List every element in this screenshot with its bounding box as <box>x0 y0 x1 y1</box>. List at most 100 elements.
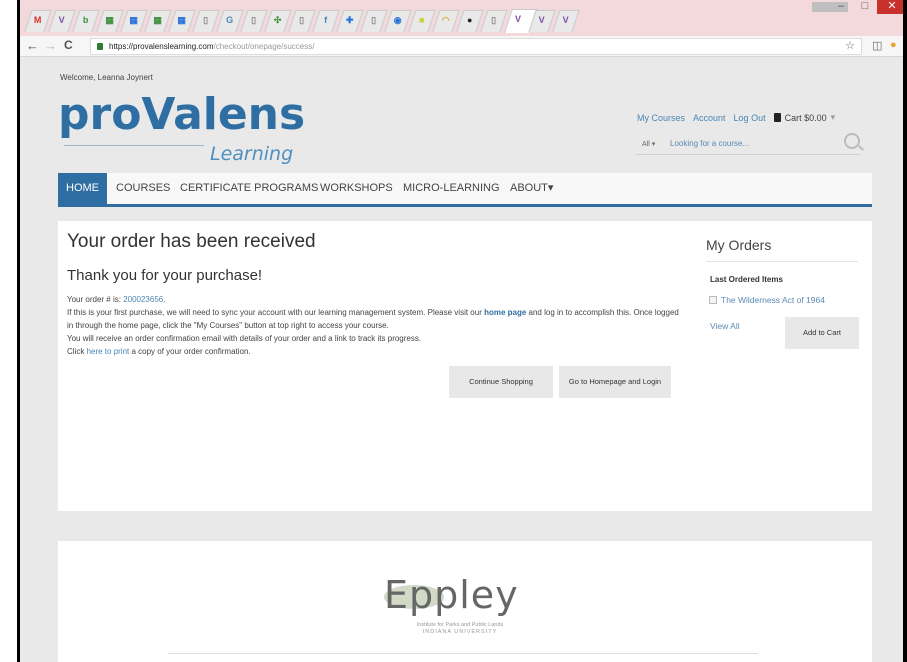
ordered-item: The Wilderness Act of 1964 <box>709 295 825 305</box>
footer-divider <box>168 653 758 654</box>
tab-favicon-icon: f <box>324 15 328 25</box>
tab-favicon-icon: V <box>538 15 545 25</box>
bookmark-star-icon[interactable]: ☆ <box>845 39 855 54</box>
extension-orange-icon[interactable]: ● <box>890 39 897 51</box>
cart-link[interactable]: Cart $0.00 ▾ <box>773 112 835 123</box>
back-icon[interactable]: ← <box>26 38 39 53</box>
last-ordered-heading: Last Ordered Items <box>710 275 783 284</box>
add-to-cart-button[interactable]: Add to Cart <box>785 317 859 349</box>
forward-icon[interactable]: → <box>44 38 57 53</box>
nav-workshops[interactable]: WORKSHOPS <box>320 173 393 204</box>
tab-favicon-icon: ● <box>466 15 473 25</box>
browser-tab[interactable]: ▦ <box>96 10 124 32</box>
nav-micro-learning[interactable]: MICRO-LEARNING <box>403 173 500 204</box>
browser-tab[interactable]: ▦ <box>168 10 196 32</box>
browser-tab[interactable]: ■ <box>408 10 436 32</box>
tab-favicon-icon: V <box>514 14 521 24</box>
lock-icon <box>97 43 103 50</box>
nav-about[interactable]: ABOUT▾ <box>510 173 553 204</box>
browser-tab[interactable]: ▯ <box>240 10 268 32</box>
homepage-login-button[interactable]: Go to Homepage and Login <box>559 366 671 398</box>
eppley-logo-subtitle: Institute for Parks and Public Lands IND… <box>416 622 504 635</box>
tab-favicon-icon: b <box>82 15 89 25</box>
order-success-panel: Your order has been received Thank you f… <box>58 221 872 511</box>
search-scope-select[interactable]: All ▾ <box>642 140 655 148</box>
tab-favicon-icon: ■ <box>418 15 425 25</box>
address-bar[interactable]: https://provalenslearning.com/checkout/o… <box>90 38 862 55</box>
print-link[interactable]: here to print <box>87 347 130 356</box>
footer-panel: Eppley Institute for Parks and Public La… <box>58 541 872 662</box>
url-host: https://provalenslearning.com <box>109 42 214 51</box>
logout-link[interactable]: Log Out <box>734 113 766 123</box>
nav-courses[interactable]: COURSES <box>116 173 170 204</box>
browser-window: M Vb ▦ ▦ ▦ ▦ ▯ G ▯ ✣ ▯ f ✚ ▯ ◉ ■ ◠ ● ▯ V V V – □ ✕ ← → C http… <box>0 0 907 662</box>
minimize-icon[interactable]: – <box>829 0 853 14</box>
tab-favicon-icon: ▯ <box>203 15 209 25</box>
tab-favicon-icon: ▦ <box>177 15 186 25</box>
frame-border-left <box>17 0 20 662</box>
site-logo-subtitle[interactable]: Learning <box>210 143 293 165</box>
order-number-link[interactable]: 200023656 <box>123 295 163 304</box>
browser-tab[interactable]: ▯ <box>192 10 220 32</box>
divider <box>706 261 858 262</box>
nav-certificate-programs[interactable]: CERTIFICATE PROGRAMS <box>180 173 318 204</box>
thank-you-heading: Thank you for your purchase! <box>67 267 263 284</box>
tab-favicon-icon: ▯ <box>299 15 305 25</box>
home-page-link[interactable]: home page <box>484 308 526 317</box>
course-search: All ▾ Looking for a course... <box>636 133 860 155</box>
my-orders-title: My Orders <box>706 237 772 253</box>
tab-favicon-icon: ◉ <box>393 15 402 25</box>
extension-icon[interactable]: ◫ <box>872 39 882 52</box>
continue-shopping-button[interactable]: Continue Shopping <box>449 366 553 398</box>
ordered-item-link[interactable]: The Wilderness Act of 1964 <box>721 295 825 305</box>
browser-tab[interactable]: ● <box>456 10 484 32</box>
browser-toolbar: ← → C https://provalenslearning.com/chec… <box>20 36 903 57</box>
browser-tab[interactable]: ▦ <box>120 10 148 32</box>
browser-tab[interactable]: f <box>312 10 340 32</box>
browser-tab[interactable]: ▯ <box>480 10 508 32</box>
window-controls: – □ ✕ <box>829 0 907 16</box>
browser-tab[interactable]: b <box>72 10 100 32</box>
order-number-label: Your order # is: <box>67 295 124 304</box>
tab-favicon-icon: M <box>33 15 42 25</box>
print-text: Click <box>67 347 87 356</box>
account-link[interactable]: Account <box>693 113 726 123</box>
maximize-icon[interactable]: □ <box>853 0 877 14</box>
browser-tab[interactable]: G <box>216 10 244 32</box>
reload-icon[interactable]: C <box>64 38 73 52</box>
web-page: Welcome, Leanna Joynert proValens Learni… <box>20 57 903 662</box>
tab-favicon-icon: ▯ <box>371 15 377 25</box>
tab-favicon-icon: V <box>58 15 65 25</box>
browser-tab[interactable]: ◠ <box>432 10 460 32</box>
item-checkbox[interactable] <box>709 296 717 304</box>
site-logo[interactable]: proValens <box>58 93 305 137</box>
order-message: Your order # is: 200023656. If this is y… <box>67 293 687 358</box>
search-input[interactable]: Looking for a course... <box>670 139 749 148</box>
tab-favicon-icon: V <box>562 15 569 25</box>
browser-tab[interactable]: V <box>48 10 76 32</box>
browser-tab[interactable]: M <box>24 10 52 32</box>
browser-tab[interactable]: ◉ <box>384 10 412 32</box>
tab-favicon-icon: ✚ <box>345 15 354 25</box>
tab-favicon-icon: ▦ <box>153 15 162 25</box>
eppley-logo[interactable]: Eppley <box>384 573 519 617</box>
frame-border-right <box>903 0 907 662</box>
logo-underline <box>64 145 204 146</box>
header-links: My Courses Account Log Out Cart $0.00 ▾ <box>637 112 835 123</box>
tab-favicon-icon: ▯ <box>251 15 257 25</box>
nav-home[interactable]: HOME <box>58 173 107 204</box>
browser-tab[interactable]: ✚ <box>336 10 364 32</box>
my-courses-link[interactable]: My Courses <box>637 113 685 123</box>
welcome-text: Welcome, Leanna Joynert <box>60 73 153 82</box>
browser-tab[interactable]: ▦ <box>144 10 172 32</box>
view-all-link[interactable]: View All <box>710 321 740 331</box>
shopping-bag-icon <box>773 113 781 122</box>
tab-favicon-icon: ▦ <box>105 15 114 25</box>
tab-favicon-icon: ◠ <box>441 15 450 25</box>
browser-tab[interactable]: V <box>552 10 580 32</box>
browser-tab[interactable]: ▯ <box>360 10 388 32</box>
browser-tab[interactable]: ▯ <box>288 10 316 32</box>
search-icon[interactable] <box>844 133 860 149</box>
main-nav: HOME COURSES CERTIFICATE PROGRAMS WORKSH… <box>58 173 872 207</box>
browser-tab[interactable]: ✣ <box>264 10 292 32</box>
